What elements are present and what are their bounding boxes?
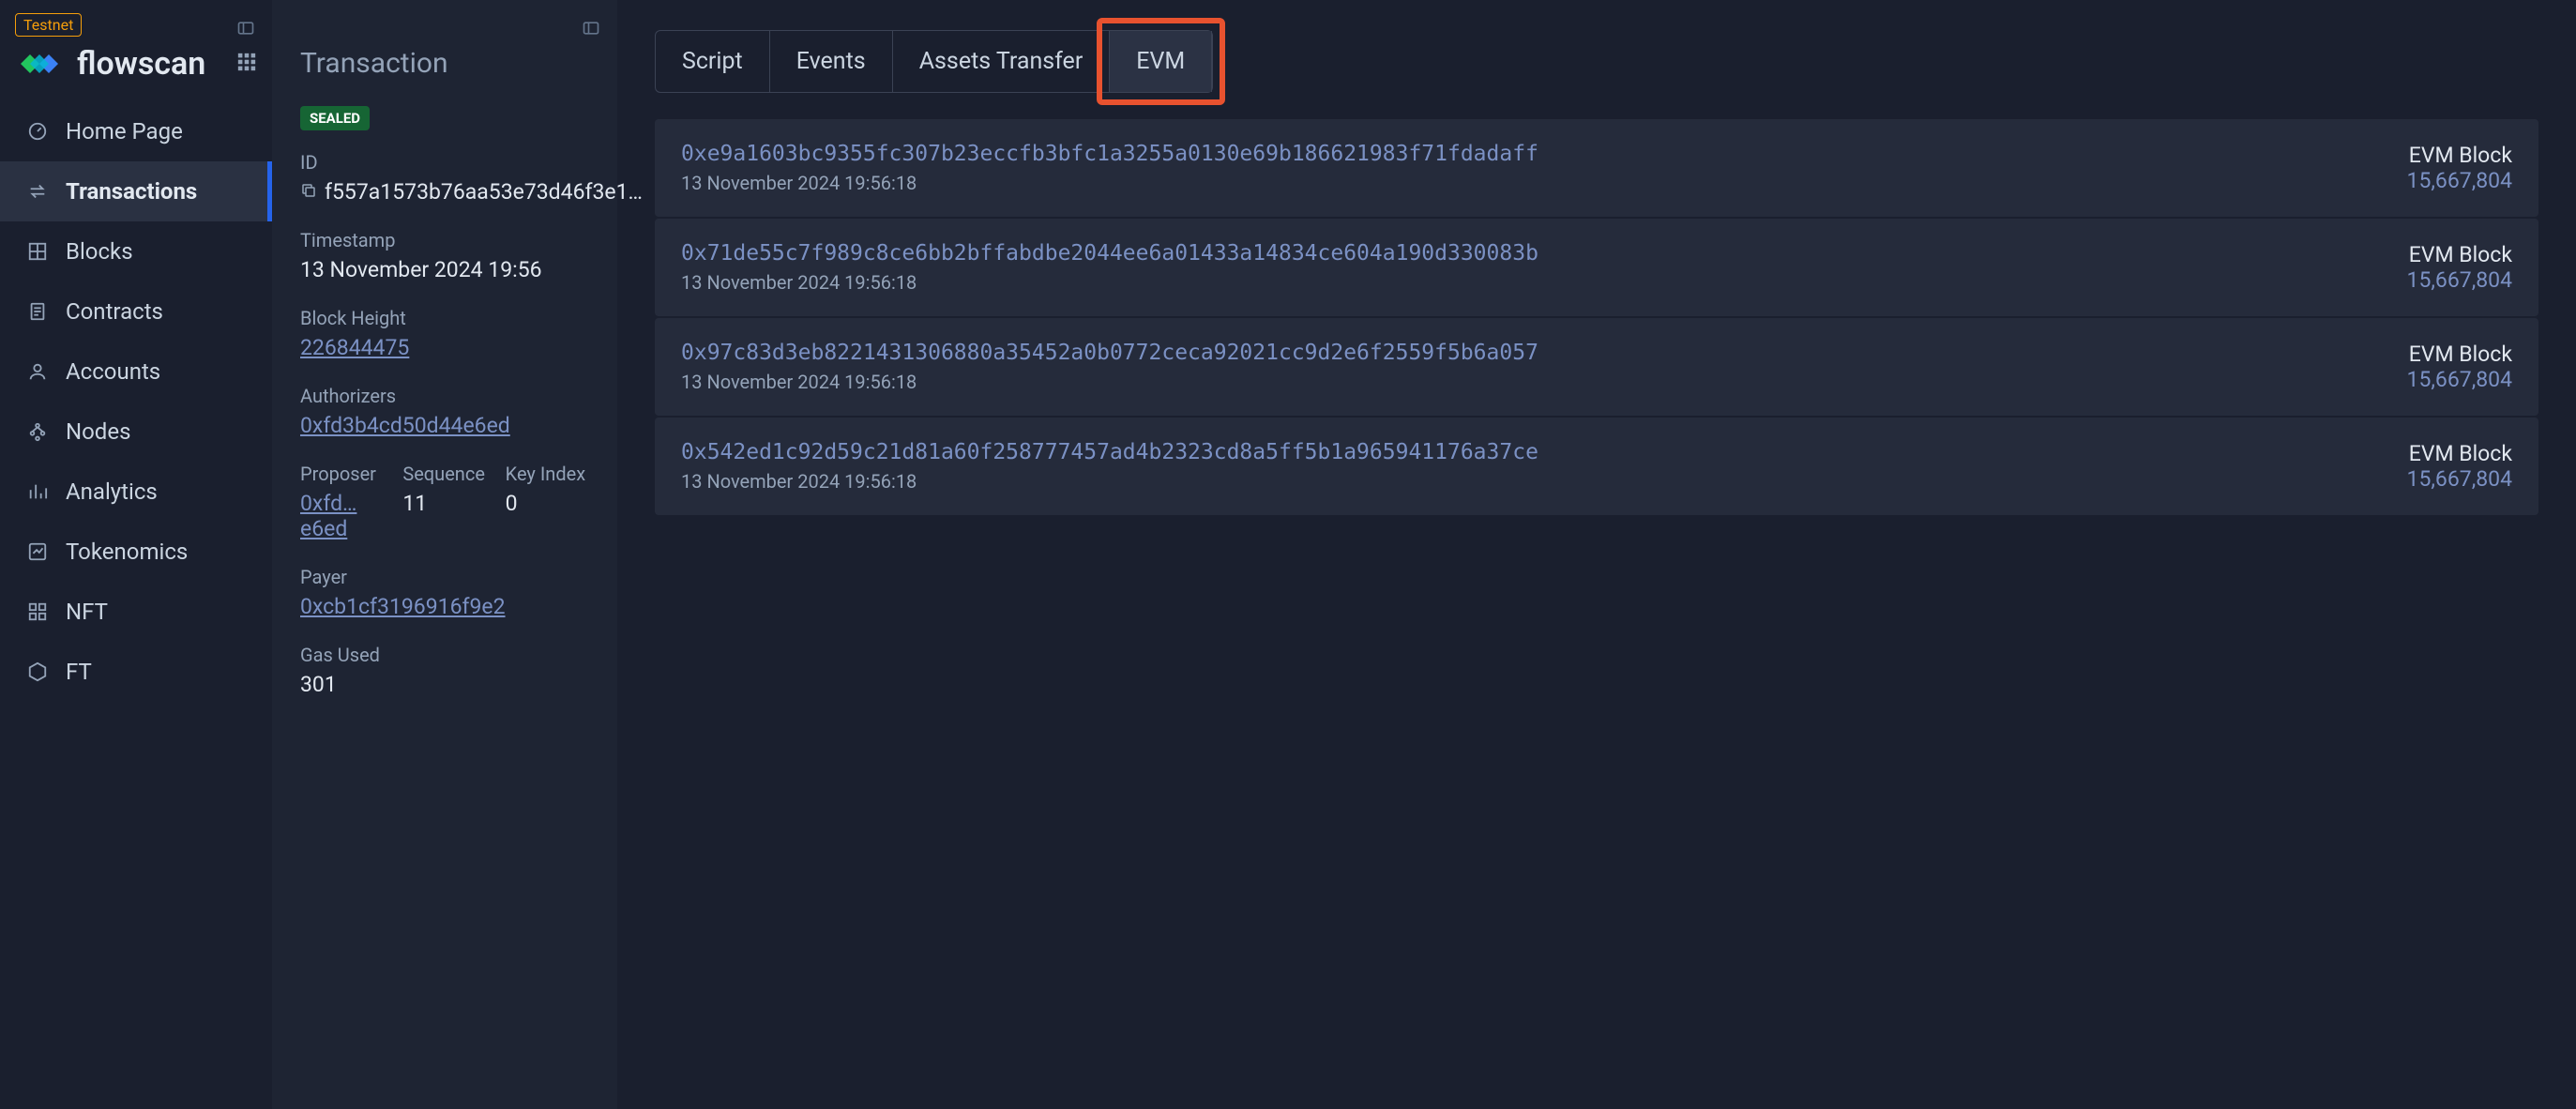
field-label: Authorizers [300, 385, 589, 407]
nav-label: Contracts [66, 298, 163, 325]
field-label: Proposer [300, 463, 384, 485]
collapse-icon[interactable] [236, 19, 255, 41]
nav-label: Transactions [66, 178, 197, 205]
nav-label: Nodes [66, 418, 130, 445]
evm-row: 0x71de55c7f989c8ce6bb2bffabdbe2044ee6a01… [655, 219, 2538, 316]
nav-label: NFT [66, 599, 108, 625]
evm-row: 0xe9a1603bc9355fc307b23eccfb3bfc1a3255a0… [655, 119, 2538, 217]
testnet-badge: Testnet [15, 13, 82, 37]
field-sequence: Sequence 11 [402, 463, 486, 541]
hexagon-icon [26, 661, 49, 683]
grid-icon [26, 240, 49, 263]
nav-label: Analytics [66, 479, 158, 505]
evm-hash-link[interactable]: 0x542ed1c92d59c21d81a60f258777457ad4b232… [681, 440, 1538, 464]
brand-name: flowscan [77, 45, 205, 83]
sidebar-item-ft[interactable]: FT [0, 642, 272, 702]
field-payer: Payer 0xcb1cf3196916f9e2 [300, 566, 589, 619]
tab-script[interactable]: Script [656, 31, 770, 92]
field-label: Block Height [300, 307, 589, 329]
evm-hash-link[interactable]: 0x97c83d3eb8221431306880a35452a0b0772cec… [681, 341, 1538, 365]
evm-timestamp: 13 November 2024 19:56:18 [681, 470, 1538, 493]
sidebar-item-accounts[interactable]: Accounts [0, 342, 272, 402]
gauge-icon [26, 120, 49, 143]
evm-row: 0x97c83d3eb8221431306880a35452a0b0772cec… [655, 318, 2538, 416]
sidebar-item-nodes[interactable]: Nodes [0, 402, 272, 462]
user-icon [26, 360, 49, 383]
evm-hash-link[interactable]: 0x71de55c7f989c8ce6bb2bffabdbe2044ee6a01… [681, 241, 1538, 266]
evm-block-label: EVM Block [2407, 441, 2512, 466]
nav-label: Home Page [66, 118, 183, 144]
nav: Home Page Transactions Blocks Contracts … [0, 101, 272, 702]
evm-timestamp: 13 November 2024 19:56:18 [681, 271, 1538, 294]
evm-block-link[interactable]: 15,667,804 [2407, 466, 2512, 492]
field-label: Timestamp [300, 229, 589, 251]
sidebar-item-contracts[interactable]: Contracts [0, 281, 272, 342]
trend-icon [26, 540, 49, 563]
evm-timestamp: 13 November 2024 19:56:18 [681, 172, 1538, 194]
apps-icon[interactable] [236, 52, 257, 76]
tab-assets-transfer[interactable]: Assets Transfer [893, 31, 1111, 92]
evm-block-link[interactable]: 15,667,804 [2407, 267, 2512, 293]
evm-row: 0x542ed1c92d59c21d81a60f258777457ad4b232… [655, 418, 2538, 515]
tab-events[interactable]: Events [770, 31, 893, 92]
nav-label: Blocks [66, 238, 133, 265]
field-timestamp: Timestamp 13 November 2024 19:56 [300, 229, 589, 282]
evm-list: 0xe9a1603bc9355fc307b23eccfb3bfc1a3255a0… [655, 119, 2538, 515]
nav-label: FT [66, 659, 92, 685]
main-content: Script Events Assets Transfer EVM 0xe9a1… [617, 0, 2576, 1109]
transaction-id: f557a1573b76aa53e73d46f3e1… [325, 179, 643, 205]
swap-icon [26, 180, 49, 203]
sidebar-item-transactions[interactable]: Transactions [0, 161, 272, 221]
nav-label: Accounts [66, 358, 160, 385]
nodes-icon [26, 420, 49, 443]
sequence-value: 11 [402, 491, 486, 516]
evm-block-label: EVM Block [2407, 342, 2512, 367]
field-label: Payer [300, 566, 589, 588]
sidebar-item-home[interactable]: Home Page [0, 101, 272, 161]
logo-icon [15, 49, 64, 79]
proposer-link[interactable]: 0xfd…e6ed [300, 491, 384, 541]
payer-link[interactable]: 0xcb1cf3196916f9e2 [300, 594, 589, 619]
document-icon [26, 300, 49, 323]
field-key-index: Key Index 0 [506, 463, 589, 541]
block-height-link[interactable]: 226844475 [300, 335, 589, 360]
evm-timestamp: 13 November 2024 19:56:18 [681, 371, 1538, 393]
sidebar-item-analytics[interactable]: Analytics [0, 462, 272, 522]
panel-collapse-icon[interactable] [582, 19, 600, 41]
sidebar-item-tokenomics[interactable]: Tokenomics [0, 522, 272, 582]
evm-block-label: EVM Block [2407, 242, 2512, 267]
evm-block-link[interactable]: 15,667,804 [2407, 367, 2512, 392]
field-label: Sequence [402, 463, 486, 485]
sidebar-item-nft[interactable]: NFT [0, 582, 272, 642]
field-proposer: Proposer 0xfd…e6ed [300, 463, 384, 541]
status-badge: SEALED [300, 106, 370, 130]
field-label: Gas Used [300, 644, 589, 666]
page-title: Transaction [300, 47, 589, 80]
dashboard-icon [26, 600, 49, 623]
field-label: ID [300, 151, 589, 174]
copy-icon[interactable] [300, 182, 317, 203]
gas-used-value: 301 [300, 672, 589, 697]
field-label: Key Index [506, 463, 589, 485]
chart-icon [26, 480, 49, 503]
timestamp-value: 13 November 2024 19:56 [300, 257, 589, 282]
field-id: ID f557a1573b76aa53e73d46f3e1… [300, 151, 589, 205]
transaction-detail-panel: Transaction SEALED ID f557a1573b76aa53e7… [272, 0, 617, 1109]
authorizers-link[interactable]: 0xfd3b4cd50d44e6ed [300, 413, 589, 438]
nav-label: Tokenomics [66, 539, 188, 565]
sidebar: Testnet flowscan Home Page Transactions … [0, 0, 272, 1109]
tab-evm[interactable]: EVM [1110, 31, 1212, 92]
field-gas-used: Gas Used 301 [300, 644, 589, 697]
evm-hash-link[interactable]: 0xe9a1603bc9355fc307b23eccfb3bfc1a3255a0… [681, 142, 1538, 166]
field-authorizers: Authorizers 0xfd3b4cd50d44e6ed [300, 385, 589, 438]
tabs: Script Events Assets Transfer EVM [655, 30, 1213, 93]
evm-block-label: EVM Block [2407, 143, 2512, 168]
key-index-value: 0 [506, 491, 589, 516]
sidebar-item-blocks[interactable]: Blocks [0, 221, 272, 281]
evm-block-link[interactable]: 15,667,804 [2407, 168, 2512, 193]
field-block-height: Block Height 226844475 [300, 307, 589, 360]
